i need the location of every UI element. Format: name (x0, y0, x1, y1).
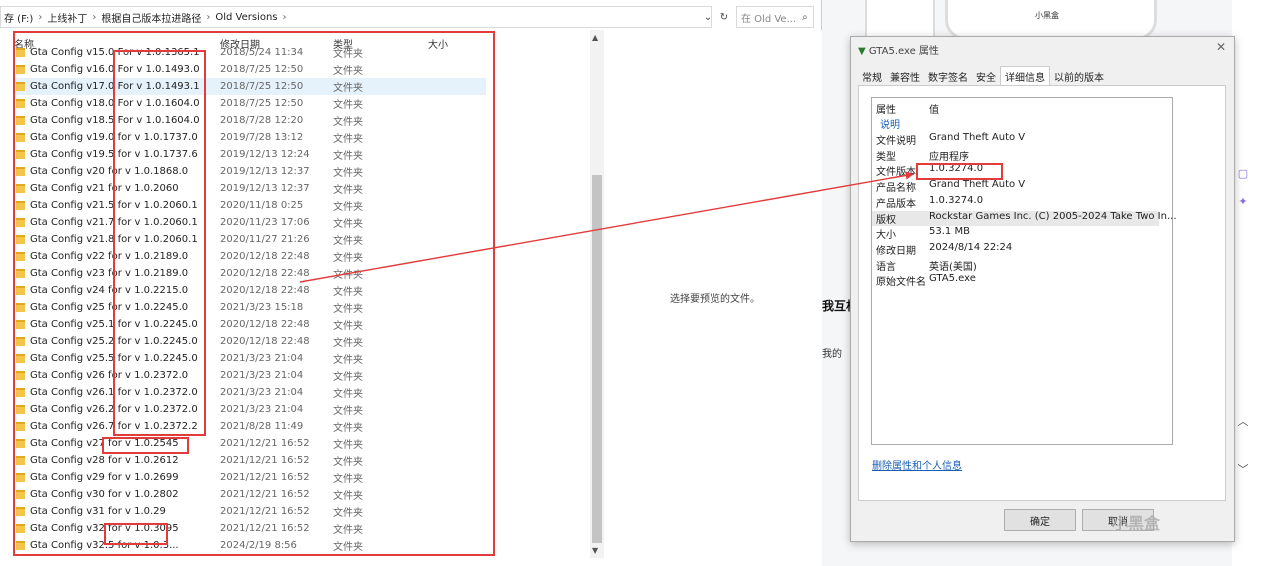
sparkle-icon[interactable]: ✦ (1234, 192, 1252, 210)
tab-compatibility[interactable]: 兼容性 (886, 66, 924, 86)
document-icon[interactable]: ▢ (1234, 164, 1252, 182)
background-text-2: 我的 (822, 349, 842, 360)
dialog-title: ▼ GTA5.exe 属性 (858, 42, 939, 57)
search-input[interactable]: 在 Old Ve... ⌕ (736, 6, 814, 28)
property-row[interactable]: 文件说明 Grand Theft Auto V (872, 132, 1159, 147)
tab-previous-versions[interactable]: 以前的版本 (1050, 66, 1108, 86)
tab-details[interactable]: 详细信息 (1000, 66, 1050, 86)
property-value: GTA5.exe (929, 273, 976, 285)
breadcrumb-patch[interactable]: 上线补丁 (44, 10, 90, 25)
property-value: 1.0.3274.0 (929, 194, 984, 206)
search-icon: ⌕ (802, 11, 808, 23)
property-key: 版权 (876, 214, 896, 226)
gta-logo-icon: ▼ (858, 46, 866, 57)
close-icon[interactable]: ✕ (1216, 40, 1226, 54)
annotation-box-versions (113, 50, 206, 436)
scroll-down-icon[interactable]: ▼ (592, 546, 598, 555)
refresh-icon[interactable]: ↻ (720, 12, 728, 23)
remove-properties-link[interactable]: 删除属性和个人信息 (872, 457, 962, 472)
property-key: 类型 (876, 151, 896, 163)
chevron-down-icon[interactable]: ⌄ (704, 12, 712, 23)
section-description: 说明 (872, 116, 1159, 131)
watermark-logo: 小黑盒 (1112, 514, 1161, 533)
side-toolbar (1232, 0, 1280, 566)
property-row[interactable]: 版权 Rockstar Games Inc. (C) 2005-2024 Take… (872, 210, 1177, 226)
property-key: 语言 (876, 261, 896, 273)
property-value: 英语(美国) (929, 261, 977, 273)
property-key: 大小 (876, 230, 896, 242)
dialog-title-text: GTA5.exe 属性 (868, 46, 939, 57)
property-key: 文件说明 (876, 136, 916, 147)
chevron-down-icon[interactable]: ﹀ (1234, 460, 1252, 478)
scroll-up-icon[interactable]: ▲ (592, 33, 598, 42)
property-value: Grand Theft Auto V (929, 179, 1026, 191)
tab-general[interactable]: 常规 (858, 66, 886, 86)
annotation-box-v32 (104, 523, 168, 545)
property-key: 文件版本 (876, 167, 916, 179)
breadcrumb-path[interactable]: 根据自己版本拉进路径 (98, 10, 204, 25)
dialog-tabs: 常规 兼容性 数字签名 安全 详细信息 以前的版本 (858, 66, 1108, 86)
property-header-value: 值 (929, 105, 939, 116)
ok-button[interactable]: 确定 (1004, 509, 1076, 531)
property-row[interactable]: 原始文件名 GTA5.exe (872, 273, 1159, 288)
property-row[interactable]: 类型 应用程序 (872, 148, 1159, 163)
address-bar[interactable]: 存 (F:) › 上线补丁 › 根据自己版本拉进路径 › Old Version… (0, 6, 712, 28)
property-key: 修改日期 (876, 245, 916, 257)
property-value: 应用程序 (929, 151, 969, 163)
property-row[interactable]: 大小 53.1 MB (872, 226, 1159, 241)
section-label: 说明 (880, 120, 900, 131)
search-placeholder: 在 Old Ve... (741, 13, 797, 25)
property-value: 2024/8/14 22:24 (929, 241, 1013, 253)
tab-digital-signature[interactable]: 数字签名 (924, 66, 972, 86)
background-card (865, 0, 935, 38)
property-row[interactable]: 产品版本 1.0.3274.0 (872, 195, 1159, 210)
chevron-right-icon: › (206, 11, 211, 23)
annotation-box-list (13, 31, 495, 556)
chevron-right-icon: › (92, 11, 97, 23)
breadcrumb-old-versions[interactable]: Old Versions (212, 12, 280, 23)
annotation-box-v27 (102, 437, 189, 454)
property-header: 属性 值 (872, 101, 1159, 116)
property-key: 产品版本 (876, 198, 916, 210)
preview-message: 选择要预览的文件。 (670, 294, 760, 305)
property-row[interactable]: 语言 英语(美国) (872, 258, 1159, 273)
property-value: Rockstar Games Inc. (C) 2005-2024 Take T… (929, 210, 1177, 222)
property-key: 产品名称 (876, 183, 916, 195)
tab-security[interactable]: 安全 (972, 66, 1000, 86)
scrollbar-thumb[interactable] (592, 175, 602, 543)
phone-label: 小黑盒 (1035, 11, 1059, 20)
property-row[interactable]: 修改日期 2024/8/14 22:24 (872, 242, 1159, 257)
property-row[interactable]: 产品名称 Grand Theft Auto V (872, 179, 1159, 194)
chevron-right-icon: › (282, 11, 287, 23)
property-key: 原始文件名 (876, 277, 926, 289)
chevron-right-icon: › (38, 11, 43, 23)
property-header-key: 属性 (876, 105, 896, 116)
breadcrumb-drive[interactable]: 存 (F:) (1, 10, 36, 25)
address-controls: ⌄ ↻ (700, 6, 732, 28)
property-value: Grand Theft Auto V (929, 132, 1026, 143)
annotation-box-file-version (916, 163, 1003, 180)
property-value: 53.1 MB (929, 226, 970, 238)
chevron-up-icon[interactable]: ︿ (1234, 412, 1252, 430)
